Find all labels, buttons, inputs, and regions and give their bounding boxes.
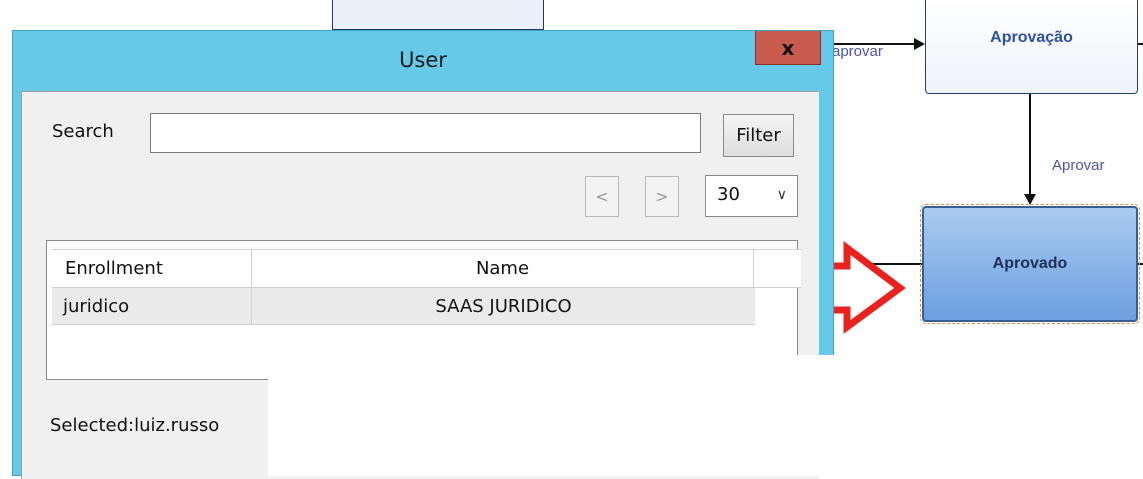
cell-name: SAAS JURIDICO [435,295,572,317]
arrow-right-icon: > [655,187,669,206]
search-label: Search [52,121,114,142]
workflow-node-aprovacao-label: Aprovação [990,28,1073,46]
page-size-value: 30 [717,184,740,205]
prev-page-button[interactable]: < [585,176,619,217]
workflow-node-aprovado[interactable]: Aprovado [920,204,1140,324]
arrow-left-icon: < [595,187,609,206]
workflow-node-aprovacao[interactable]: Aprovação [925,0,1138,94]
table-row[interactable]: juridico SAAS JURIDICO [52,288,755,325]
filter-button[interactable]: Filter [723,114,794,157]
redaction-area-left [0,355,10,476]
search-input[interactable] [150,113,701,153]
workflow-node-aprovado-label: Aprovado [992,255,1068,272]
selected-status: Selected:luiz.russo [50,415,220,436]
close-icon: x [781,35,795,60]
redaction-area [268,355,1143,476]
grid-header: Enrollment Name [52,249,801,288]
edge-aprovar-down-arrowhead [1024,194,1036,205]
edge-aprovar-arrowhead [914,38,925,50]
column-header-enrollment[interactable]: Enrollment [52,250,252,287]
dialog-titlebar[interactable]: User x [13,31,833,91]
next-page-button[interactable]: > [645,176,679,217]
edge-label-aprovar: aprovar [832,43,883,60]
dialog-title: User [399,48,447,72]
chevron-down-icon: ∨ [776,187,787,203]
cell-enrollment: juridico [52,288,252,324]
edge-label-aprovar-down: Aprovar [1052,157,1105,174]
column-header-filler [754,250,801,287]
page-size-select[interactable]: 30 ∨ [705,175,798,217]
column-header-name[interactable]: Name [252,250,754,287]
close-button[interactable]: x [755,31,821,65]
